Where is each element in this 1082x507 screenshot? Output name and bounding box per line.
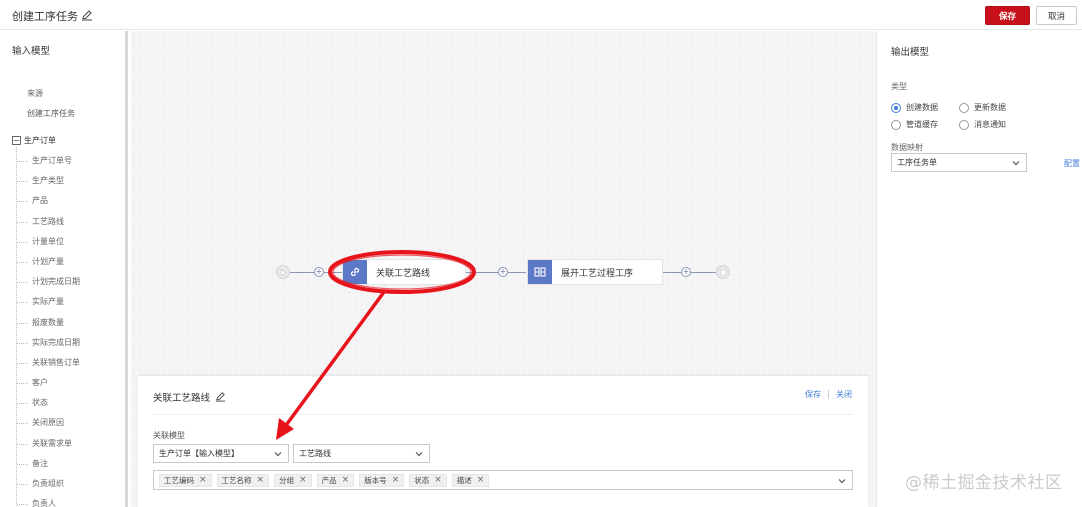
flow-node-label: 展开工艺过程工序 — [561, 268, 634, 279]
radio-checked-icon[interactable] — [891, 102, 901, 113]
radio-unchecked-icon[interactable] — [959, 119, 969, 130]
node-detail-panel: 关联工艺路线 保存 关闭 关联模型 生产订单【输入模型】 工艺路线 工艺编码 × … — [138, 376, 868, 507]
add-step-button[interactable]: + — [681, 267, 691, 277]
radio-unchecked-icon[interactable] — [891, 119, 901, 130]
selected-fields-multiselect[interactable]: 工艺编码 × 工艺名称 × 分组 × 产品 × 版本号 × 状态 × 描述 × — [153, 470, 853, 490]
radio-unchecked-icon[interactable] — [959, 102, 969, 113]
tree-field-item[interactable]: 备注 — [17, 454, 80, 474]
remove-tag-icon[interactable]: × — [392, 476, 400, 485]
flow-connector — [324, 272, 342, 273]
input-field-list: 生产订单号 生产类型 产品 工艺路线 计量单位 计划产量 计划完成日期 实际产量… — [17, 151, 80, 507]
data-mapping-value: 工序任务单 — [897, 158, 937, 167]
chevron-down-icon[interactable] — [837, 476, 847, 486]
add-step-button[interactable]: + — [498, 267, 508, 277]
tree-root-label: 生产订单 — [24, 136, 56, 145]
top-bar: 创建工序任务 保存 取消 — [0, 0, 1082, 30]
detail-actions: 保存 关闭 — [805, 389, 852, 400]
flow-connector — [663, 272, 681, 273]
play-icon — [280, 268, 287, 276]
tree-field-item[interactable]: 计划产量 — [17, 252, 80, 272]
tree-root-production-order[interactable]: − 生产订单 — [12, 135, 56, 146]
chevron-down-icon — [1012, 161, 1020, 166]
field-tag: 状态 × — [409, 473, 447, 487]
edit-node-name-icon[interactable] — [215, 391, 226, 405]
radio-update-data[interactable]: 更新数据 — [959, 102, 1006, 113]
tree-field-item[interactable]: 生产订单号 — [17, 151, 80, 171]
remove-tag-icon[interactable]: × — [477, 476, 485, 485]
split-columns-icon — [528, 260, 552, 284]
remove-tag-icon[interactable]: × — [199, 476, 207, 485]
collapse-icon[interactable]: − — [12, 136, 21, 145]
tree-field-item[interactable]: 负责人 — [17, 494, 80, 507]
detail-title: 关联工艺路线 — [153, 393, 211, 404]
source-value: 创建工序任务 — [27, 109, 75, 118]
page-title: 创建工序任务 — [12, 10, 78, 23]
field-tag: 分组 × — [274, 473, 312, 487]
divider — [828, 390, 829, 399]
source-label: 来源 — [27, 89, 43, 98]
related-field-select[interactable]: 工艺路线 — [293, 444, 430, 463]
link-icon — [343, 260, 367, 284]
tree-field-item[interactable]: 产品 — [17, 191, 80, 211]
start-node[interactable] — [276, 265, 290, 279]
related-model-label: 关联模型 — [153, 431, 185, 440]
tree-field-item[interactable]: 关闭原因 — [17, 413, 80, 433]
config-link[interactable]: 配置 — [1064, 158, 1080, 169]
input-model-title: 输入模型 — [12, 46, 51, 57]
flow-node-expand-process[interactable]: 展开工艺过程工序 — [527, 259, 663, 285]
divider — [153, 414, 853, 415]
tree-field-item[interactable]: 关联销售订单 — [17, 353, 80, 373]
end-node[interactable] — [716, 265, 730, 279]
tree-field-item[interactable]: 实际完成日期 — [17, 333, 80, 353]
data-mapping-label: 数据映射 — [891, 143, 923, 152]
output-model-panel: 输出模型 类型 创建数据 更新数据 管道缓存 消息通知 数据映射 工序任务单 配… — [876, 31, 1082, 507]
flow-connector — [691, 272, 716, 273]
tree-field-item[interactable]: 状态 — [17, 393, 80, 413]
tree-field-item[interactable]: 实际产量 — [17, 292, 80, 312]
tree-field-item[interactable]: 工艺路线 — [17, 212, 80, 232]
related-model-value: 生产订单【输入模型】 — [159, 449, 239, 458]
chevron-down-icon — [274, 452, 282, 457]
output-model-title: 输出模型 — [891, 47, 930, 58]
tree-field-item[interactable]: 关联需求单 — [17, 434, 80, 454]
detail-save-link[interactable]: 保存 — [805, 389, 821, 400]
related-field-value: 工艺路线 — [299, 449, 331, 458]
flow-connector — [508, 272, 526, 273]
flow-node-link-route[interactable]: 关联工艺路线 — [342, 259, 466, 285]
remove-tag-icon[interactable]: × — [342, 476, 350, 485]
watermark: @稀土掘金技术社区 — [905, 473, 1063, 493]
field-tag: 版本号 × — [359, 473, 405, 487]
field-tag: 产品 × — [316, 473, 355, 487]
stop-icon — [720, 269, 726, 275]
radio-pipeline-cache[interactable]: 管道缓存 — [891, 119, 938, 130]
radio-create-data[interactable]: 创建数据 — [891, 102, 938, 113]
remove-tag-icon[interactable]: × — [257, 476, 265, 485]
cancel-button[interactable]: 取消 — [1036, 6, 1077, 25]
edit-title-icon[interactable] — [81, 9, 93, 24]
field-tag: 工艺名称 × — [216, 473, 270, 487]
tree-field-item[interactable]: 生产类型 — [17, 171, 80, 191]
add-step-button[interactable]: + — [314, 267, 324, 277]
data-mapping-select[interactable]: 工序任务单 — [891, 153, 1027, 172]
tree-field-item[interactable]: 负责组织 — [17, 474, 80, 494]
related-model-select[interactable]: 生产订单【输入模型】 — [153, 444, 289, 463]
tree-field-item[interactable]: 报废数量 — [17, 313, 80, 333]
remove-tag-icon[interactable]: × — [299, 476, 307, 485]
save-button[interactable]: 保存 — [985, 6, 1030, 25]
radio-message-notify[interactable]: 消息通知 — [959, 119, 1006, 130]
input-model-panel: 输入模型 来源 创建工序任务 − 生产订单 生产订单号 生产类型 产品 工艺路线… — [0, 31, 128, 507]
chevron-down-icon — [415, 452, 423, 457]
field-tag: 描述 × — [451, 473, 490, 487]
flow-connector — [290, 272, 314, 273]
remove-tag-icon[interactable]: × — [434, 476, 442, 485]
field-tag: 工艺编码 × — [159, 473, 212, 487]
flow-connector — [466, 272, 498, 273]
detail-close-link[interactable]: 关闭 — [836, 389, 852, 400]
tree-field-item[interactable]: 客户 — [17, 373, 80, 393]
flow-node-label: 关联工艺路线 — [376, 268, 431, 279]
tree-field-item[interactable]: 计划完成日期 — [17, 272, 80, 292]
type-label: 类型 — [891, 82, 907, 91]
tree-field-item[interactable]: 计量单位 — [17, 232, 80, 252]
